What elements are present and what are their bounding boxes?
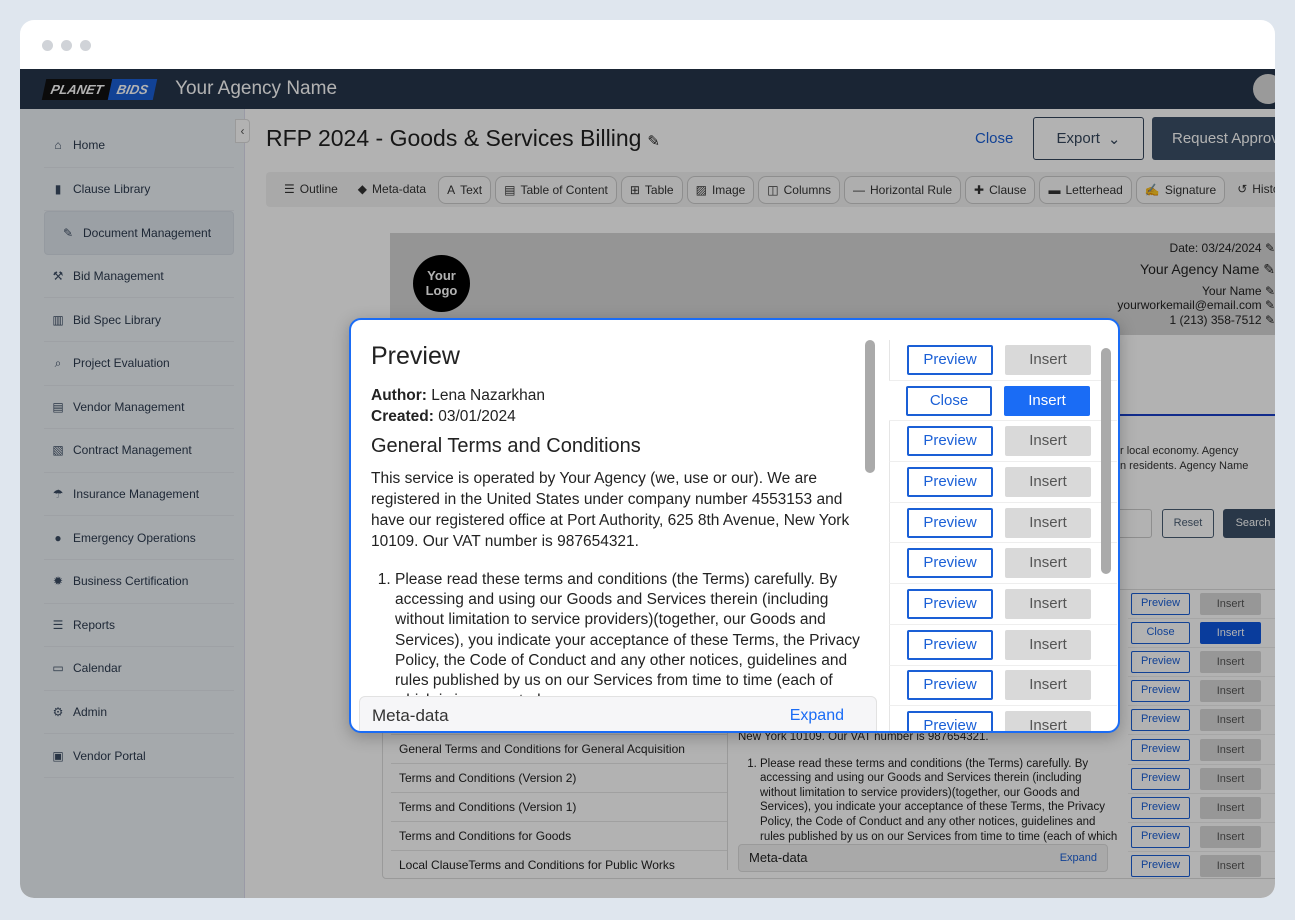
preview-button[interactable]: Preview bbox=[907, 507, 993, 538]
preview-modal: Preview Author: Lena Nazarkhan Created: … bbox=[349, 318, 1120, 733]
preview-scrollbar[interactable] bbox=[865, 340, 875, 473]
insert-button[interactable]: Insert bbox=[1004, 385, 1090, 416]
preview-button[interactable]: Preview bbox=[907, 588, 993, 619]
clause-paragraph: This service is operated by Your Agency … bbox=[371, 470, 850, 550]
list-item: Preview Insert bbox=[889, 584, 1117, 625]
insert-button[interactable]: Insert bbox=[1005, 344, 1091, 375]
modal-metadata-bar: Meta-data Expand bbox=[359, 696, 877, 731]
list-item: Close Insert bbox=[889, 381, 1117, 422]
clause-list-items: Please read these terms and conditions (… bbox=[371, 570, 861, 711]
preview-button[interactable]: Preview bbox=[907, 426, 993, 457]
insert-button[interactable]: Insert bbox=[1005, 426, 1091, 457]
list-item: Preview Insert bbox=[889, 462, 1117, 503]
list-item: Preview Insert bbox=[889, 543, 1117, 585]
insert-button[interactable]: Insert bbox=[1005, 588, 1091, 619]
author: Author: Lena Nazarkhan bbox=[371, 387, 546, 404]
list-item: Preview Insert bbox=[889, 624, 1117, 666]
preview-button[interactable]: Preview bbox=[907, 670, 993, 701]
insert-button[interactable]: Insert bbox=[1005, 548, 1091, 579]
actions-scrollbar[interactable] bbox=[1101, 348, 1111, 574]
insert-button[interactable]: Insert bbox=[1005, 670, 1091, 701]
list-item: Preview Insert bbox=[889, 340, 1117, 381]
metadata-label: Meta-data bbox=[372, 706, 449, 725]
preview-button[interactable]: Preview bbox=[907, 629, 993, 660]
preview-button[interactable]: Preview bbox=[907, 711, 993, 731]
insert-button[interactable]: Insert bbox=[1005, 711, 1091, 731]
preview-button[interactable]: Preview bbox=[907, 548, 993, 579]
created: Created: 03/01/2024 bbox=[371, 408, 516, 425]
list-item: Preview Insert bbox=[889, 665, 1117, 707]
modal-title: Preview bbox=[371, 342, 460, 370]
clause-heading: General Terms and Conditions bbox=[371, 435, 641, 457]
preview-button[interactable]: Preview bbox=[907, 466, 993, 497]
insert-button[interactable]: Insert bbox=[1005, 629, 1091, 660]
preview-content: Preview Author: Lena Nazarkhan Created: … bbox=[371, 342, 861, 711]
expand-link[interactable]: Expand bbox=[790, 707, 844, 725]
list-item: Preview Insert bbox=[889, 502, 1117, 544]
list-item: Preview Insert bbox=[889, 421, 1117, 463]
window-controls bbox=[42, 40, 91, 51]
preview-button[interactable]: Preview bbox=[907, 344, 993, 375]
list-item: Preview Insert bbox=[889, 706, 1117, 731]
insert-button[interactable]: Insert bbox=[1005, 507, 1091, 538]
close-button[interactable]: Close bbox=[906, 385, 992, 416]
modal-actions-list: Preview Insert Close Insert Preview Insert Pre… bbox=[889, 340, 1117, 731]
insert-button[interactable]: Insert bbox=[1005, 466, 1091, 497]
